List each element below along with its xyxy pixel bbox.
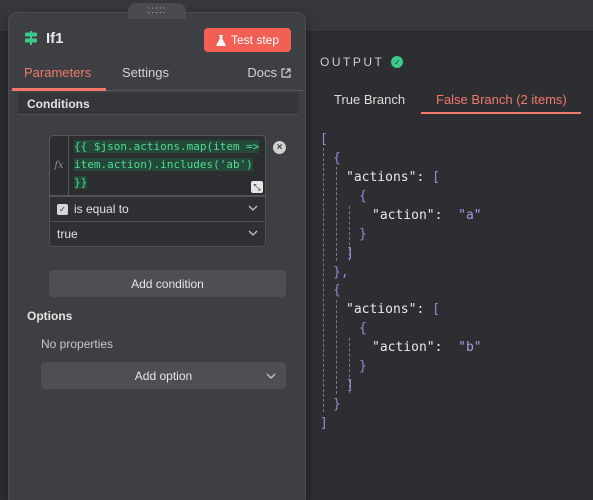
json-brace: {: [333, 283, 341, 298]
expression-editor[interactable]: fx {{ $json.actions.map(item => item.act…: [49, 135, 266, 196]
conditions-section-header: Conditions: [18, 93, 298, 115]
external-link-icon: [281, 67, 291, 78]
json-bracket: ]: [346, 246, 354, 261]
json-bracket: ]: [346, 378, 354, 393]
json-value: b: [465, 340, 474, 355]
json-brace: }: [359, 359, 367, 374]
if-node-icon: [25, 31, 37, 45]
json-brace: }: [359, 227, 367, 242]
node-title[interactable]: If1: [46, 30, 64, 47]
condition-row: fx {{ $json.actions.map(item => item.act…: [49, 135, 266, 249]
add-option-button[interactable]: Add option: [41, 362, 286, 389]
json-line-value: "action": "b": [372, 340, 482, 355]
fx-icon: fx: [50, 136, 69, 195]
remove-condition-icon[interactable]: ×: [273, 141, 286, 154]
no-properties-text: No properties: [41, 337, 114, 351]
json-line-key: "actions": [: [346, 302, 440, 317]
json-bracket: ]: [320, 416, 328, 431]
tab-true-branch[interactable]: True Branch: [334, 92, 405, 107]
operator-select[interactable]: ✓ is equal to: [49, 196, 266, 222]
json-line-value: "action": "a": [372, 208, 482, 223]
panel-tabs: Parameters Settings Docs: [9, 61, 305, 91]
active-output-tab-indicator: [421, 112, 581, 114]
expand-editor-icon[interactable]: ⤡: [251, 181, 263, 193]
drag-handle[interactable]: :::::: [128, 3, 186, 19]
json-brace: },: [333, 265, 349, 280]
chevron-down-icon: [248, 205, 258, 211]
tab-parameters[interactable]: Parameters: [24, 65, 91, 80]
value-label: true: [57, 227, 78, 241]
docs-label: Docs: [247, 65, 277, 80]
operator-label: is equal to: [74, 202, 129, 216]
checkbox-icon: ✓: [57, 203, 68, 215]
tab-false-branch[interactable]: False Branch (2 items): [436, 92, 567, 107]
test-step-label: Test step: [230, 33, 280, 47]
chevron-down-icon: [248, 230, 258, 236]
output-title: OUTPUT ✓: [320, 55, 404, 69]
json-line-key: "actions": [: [346, 170, 440, 185]
expression-code[interactable]: {{ $json.actions.map(item => item.action…: [74, 138, 260, 192]
test-step-button[interactable]: Test step: [204, 28, 291, 52]
active-tab-indicator: [12, 88, 106, 91]
expression-line-1: {{ $json.actions.map(item =>: [74, 140, 260, 153]
options-section-header: Options: [18, 305, 298, 327]
json-output: [ { "actions": [ { "action": "a" } ] }, …: [320, 130, 590, 500]
expression-line-2: item.action).includes('ab'): [74, 158, 253, 171]
json-bracket: [: [320, 132, 328, 147]
json-inner-key: action: [379, 340, 427, 355]
json-brace: {: [359, 321, 367, 336]
json-key: actions: [353, 170, 409, 185]
chevron-down-icon: [266, 373, 276, 379]
tab-settings[interactable]: Settings: [122, 65, 169, 80]
json-value: a: [465, 208, 474, 223]
json-inner-key: action: [379, 208, 427, 223]
value-select[interactable]: true: [49, 221, 266, 247]
success-check-icon: ✓: [391, 56, 404, 68]
json-brace: {: [333, 151, 341, 166]
add-condition-button[interactable]: Add condition: [49, 270, 286, 297]
output-panel: OUTPUT ✓ True Branch False Branch (2 ite…: [305, 32, 593, 500]
add-option-label: Add option: [134, 368, 193, 383]
indent-guide: [323, 148, 324, 412]
json-brace: {: [359, 189, 367, 204]
expression-line-3: }}: [74, 176, 88, 189]
node-parameters-panel: If1 Test step Parameters Settings Docs C…: [9, 13, 305, 500]
indent-guide: [336, 167, 337, 261]
options-title: Options: [27, 309, 73, 323]
conditions-title: Conditions: [27, 97, 90, 111]
json-key: actions: [353, 302, 409, 317]
output-title-text: OUTPUT: [320, 55, 385, 69]
panel-header: If1 Test step: [9, 13, 305, 59]
docs-link[interactable]: Docs: [247, 65, 291, 80]
flask-icon: [216, 34, 226, 46]
json-brace: }: [333, 397, 341, 412]
indent-guide: [336, 300, 337, 394]
